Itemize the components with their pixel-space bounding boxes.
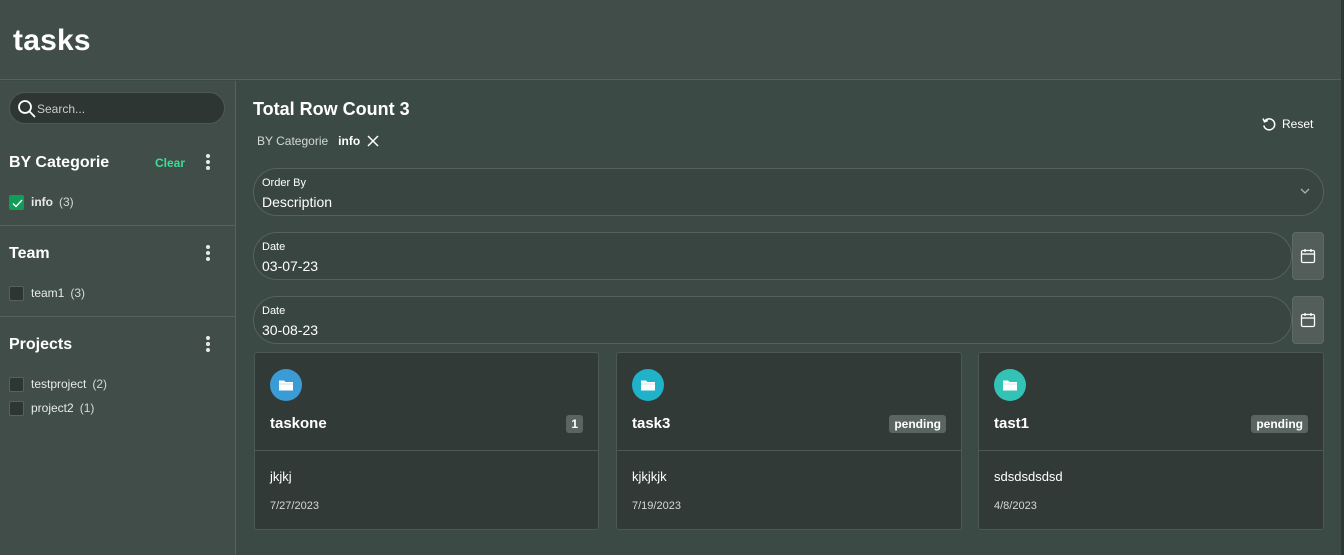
chevron-down-icon bbox=[1300, 188, 1310, 194]
card-description: sdsdsdsdsd bbox=[994, 469, 1063, 484]
card-divider bbox=[255, 450, 598, 451]
facet-title: Projects bbox=[9, 336, 73, 353]
checkbox-count: (1) bbox=[79, 401, 95, 415]
checkbox-checked[interactable] bbox=[9, 194, 24, 210]
main-content: Total Row Count 3 BY Categorie info Rese… bbox=[237, 81, 1341, 555]
card-description: kjkjkjk bbox=[632, 469, 667, 484]
card-title: taskone bbox=[270, 415, 327, 432]
checkbox-label: testproject bbox=[31, 377, 87, 391]
date-to-label: Date bbox=[262, 305, 286, 317]
card-badge: pending bbox=[889, 415, 946, 433]
calendar-icon bbox=[1300, 313, 1316, 328]
card-avatar bbox=[632, 369, 664, 401]
card-avatar bbox=[994, 369, 1026, 401]
top-app-bar: tasks bbox=[0, 0, 1344, 80]
card-divider bbox=[979, 450, 1323, 451]
more-options-icon[interactable] bbox=[203, 244, 213, 262]
filter-sidebar: BY Categorie Clear info (3) Team team1 (… bbox=[0, 81, 236, 555]
checkbox-label: info bbox=[31, 195, 53, 209]
date-to-calendar-button[interactable] bbox=[1292, 296, 1324, 344]
checkbox-item-info[interactable]: info (3) bbox=[9, 194, 74, 210]
date-from-field[interactable]: Date 03-07-23 bbox=[253, 232, 1292, 280]
checkbox-item-team1[interactable]: team1 (3) bbox=[9, 285, 85, 301]
card-title: task3 bbox=[632, 415, 671, 432]
card-description: jkjkj bbox=[270, 469, 292, 484]
task-card[interactable]: taskone 1 jkjkj 7/27/2023 bbox=[254, 352, 599, 530]
checkbox-count: (3) bbox=[59, 195, 74, 209]
filter-chip-category: BY Categorie bbox=[257, 134, 329, 148]
search-box[interactable] bbox=[9, 92, 225, 124]
facet-title: Team bbox=[9, 245, 50, 262]
clear-button[interactable]: Clear bbox=[155, 156, 185, 170]
task-card[interactable]: tast1 pending sdsdsdsdsd 4/8/2023 bbox=[978, 352, 1324, 530]
checkbox-item-project2[interactable]: project2 (1) bbox=[9, 400, 94, 416]
card-avatar bbox=[270, 369, 302, 401]
app-title: tasks bbox=[13, 24, 91, 57]
date-to-value: 30-08-23 bbox=[262, 322, 319, 338]
filter-chip-value: info bbox=[338, 134, 361, 148]
order-by-select[interactable]: Order By Description bbox=[253, 168, 1324, 216]
facet-divider bbox=[0, 225, 236, 226]
checkmark-icon bbox=[12, 199, 23, 208]
checkbox[interactable] bbox=[9, 285, 24, 301]
refresh-icon bbox=[1262, 118, 1276, 131]
card-date: 4/8/2023 bbox=[994, 500, 1037, 512]
checkbox-label: team1 bbox=[31, 286, 65, 300]
checkbox[interactable] bbox=[9, 376, 24, 392]
checkbox[interactable] bbox=[9, 400, 24, 416]
card-badge: 1 bbox=[566, 415, 583, 433]
more-options-icon[interactable] bbox=[203, 153, 213, 171]
search-input[interactable] bbox=[37, 100, 217, 118]
folder-icon bbox=[279, 380, 293, 391]
task-card[interactable]: task3 pending kjkjkjk 7/19/2023 bbox=[616, 352, 962, 530]
date-from-value: 03-07-23 bbox=[262, 258, 319, 274]
checkbox-item-testproject[interactable]: testproject (2) bbox=[9, 376, 107, 392]
facet-divider bbox=[0, 316, 236, 317]
card-date: 7/27/2023 bbox=[270, 500, 319, 512]
card-date: 7/19/2023 bbox=[632, 500, 681, 512]
active-filter-chip: BY Categorie info bbox=[257, 133, 380, 149]
date-from-label: Date bbox=[262, 241, 286, 253]
facet-title: BY Categorie bbox=[9, 154, 110, 171]
folder-icon bbox=[1003, 380, 1017, 391]
reset-button[interactable]: Reset bbox=[1261, 115, 1313, 133]
order-by-value: Description bbox=[262, 194, 333, 210]
search-icon bbox=[18, 100, 36, 118]
order-by-label: Order By bbox=[262, 177, 307, 189]
card-divider bbox=[617, 450, 961, 451]
checkbox-count: (2) bbox=[92, 377, 108, 391]
calendar-icon bbox=[1300, 249, 1316, 264]
card-title: tast1 bbox=[994, 415, 1030, 432]
date-to-field[interactable]: Date 30-08-23 bbox=[253, 296, 1292, 344]
row-count-heading: Total Row Count 3 bbox=[253, 99, 410, 119]
close-icon[interactable] bbox=[366, 134, 380, 148]
checkbox-label: project2 bbox=[31, 401, 74, 415]
card-badge: pending bbox=[1251, 415, 1308, 433]
checkbox-count: (3) bbox=[70, 286, 86, 300]
reset-label: Reset bbox=[1282, 117, 1314, 131]
folder-icon bbox=[641, 380, 655, 391]
date-from-calendar-button[interactable] bbox=[1292, 232, 1324, 280]
more-options-icon[interactable] bbox=[203, 335, 213, 353]
